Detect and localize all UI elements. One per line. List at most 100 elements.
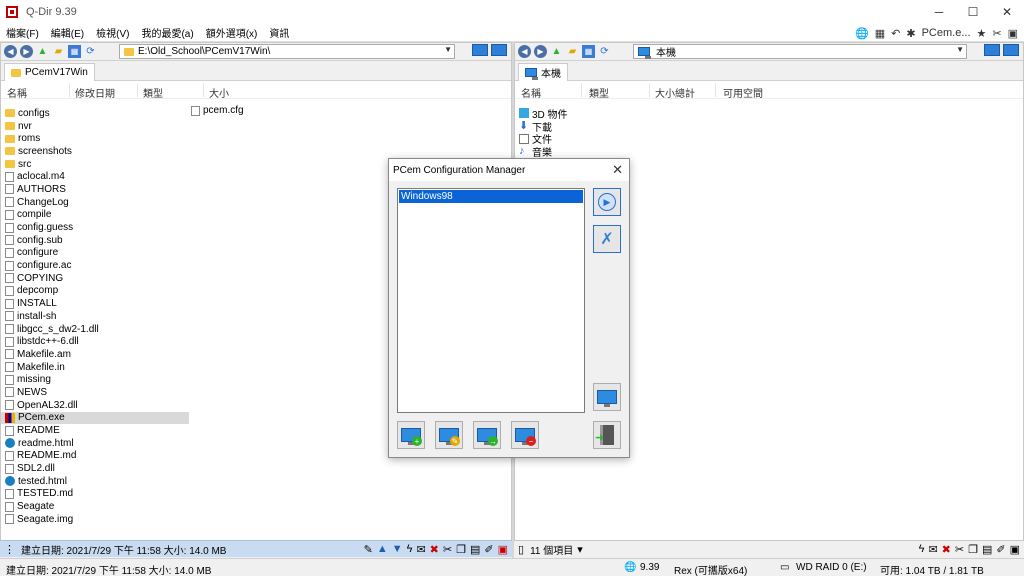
view-mode-button[interactable] [472,44,488,56]
menu-favorites[interactable]: 我的最愛(a) [135,25,199,40]
list-item[interactable]: aclocal.m4 [1,170,189,183]
list-item[interactable]: libstdc++-6.dll [1,335,189,348]
list-item[interactable]: TESTED.md [1,488,189,501]
column-header-free[interactable]: 可用空間 [723,85,763,100]
paste-icon[interactable]: ▤ [982,543,992,556]
grid-icon[interactable]: ▦ [875,27,885,40]
view-grid-icon[interactable]: ▦ [68,45,81,58]
configure-button[interactable]: ✗ [593,225,621,253]
list-item[interactable]: roms [1,132,189,145]
column-divider[interactable] [69,83,70,97]
column-divider[interactable] [649,83,650,97]
list-item[interactable]: libgcc_s_dw2-1.dll [1,323,189,336]
list-item[interactable]: PCem.exe [1,411,189,425]
delete-icon[interactable]: ✖ [942,543,951,556]
arrow-up-icon[interactable]: ▲ [377,543,388,555]
delete-icon[interactable]: ✖ [430,543,439,556]
list-item[interactable]: config.sub [1,234,189,247]
list-item[interactable]: Seagate.img [1,513,189,526]
close-button[interactable]: ✕ [990,0,1024,24]
column-divider[interactable] [203,83,204,97]
pin-icon[interactable]: ✱ [906,27,915,40]
list-item[interactable]: Makefile.am [1,348,189,361]
chevron-down-icon[interactable]: ▼ [956,45,964,54]
column-divider[interactable] [137,83,138,97]
cut-icon[interactable]: ✂ [443,543,452,556]
stop-icon[interactable]: ▣ [1010,543,1020,556]
square-icon[interactable]: ▣ [1008,27,1018,40]
dialog-close-button[interactable]: ✕ [612,162,623,178]
column-header-size[interactable]: 大小 [209,85,229,100]
menu-extras[interactable]: 額外選項(x) [200,25,264,40]
address-bar[interactable]: 本機 ▼ [633,44,967,59]
refresh-icon[interactable]: ⟳ [84,45,97,58]
brush-icon[interactable]: ✐ [996,543,1005,556]
copy-icon[interactable]: ❐ [456,543,466,556]
list-item[interactable]: config.guess [1,221,189,234]
list-item[interactable]: Seagate [1,500,189,513]
menu-file[interactable]: 檔案(F) [0,25,45,40]
column-header-type[interactable]: 類型 [143,85,163,100]
menu-info[interactable]: 資訊 [263,25,295,40]
list-item[interactable]: NEWS [1,386,189,399]
column-header-type[interactable]: 類型 [589,85,609,100]
forward-icon[interactable]: ▶ [534,45,547,58]
list-item[interactable]: depcomp [1,285,189,298]
up-arrow-icon[interactable]: ▲ [36,45,49,58]
config-list[interactable]: Windows98 [397,188,585,413]
column-divider[interactable] [581,83,582,97]
layout-button[interactable] [1003,44,1019,56]
tab-this-pc[interactable]: 本機 [518,63,568,81]
menu-right-label[interactable]: PCem.e... [922,27,971,39]
list-item[interactable]: configure.ac [1,259,189,272]
copy-icon[interactable]: ❐ [968,543,978,556]
column-header-total[interactable]: 大小總計 [655,85,695,100]
tools-icon[interactable]: ✂ [992,27,1001,40]
list-item[interactable]: INSTALL [1,297,189,310]
stop-icon[interactable]: ▣ [498,543,508,556]
tab-pcemv17win[interactable]: PCemV17Win [4,63,95,81]
maximize-button[interactable]: ☐ [956,0,990,24]
list-item[interactable]: src [1,158,189,171]
folder-icon[interactable]: ▰ [52,45,65,58]
list-item[interactable]: Makefile.in [1,361,189,374]
view-grid-icon[interactable]: ▦ [582,45,595,58]
star-icon[interactable]: ★ [977,27,987,40]
back-icon[interactable]: ◀ [518,45,531,58]
list-item[interactable]: configs [1,107,189,120]
list-item[interactable]: tested.html [1,475,189,488]
list-item[interactable]: compile [1,209,189,222]
mail-icon[interactable]: ✉ [416,543,425,556]
list-item[interactable]: Windows98 [399,190,583,203]
delete-config-button[interactable]: − [511,421,539,449]
folder-icon[interactable]: ▰ [566,45,579,58]
menu-view[interactable]: 檢視(V) [90,25,135,40]
list-item[interactable]: README [1,424,189,437]
lightning-icon[interactable]: ϟ [407,543,413,555]
list-item[interactable]: readme.html [1,437,189,450]
mail-icon[interactable]: ✉ [928,543,937,556]
up-arrow-icon[interactable]: ▲ [550,45,563,58]
list-item[interactable]: COPYING [1,272,189,285]
paste-icon[interactable]: ▤ [470,543,480,556]
address-bar[interactable]: E:\Old_School\PCemV17Win\ ▼ [119,44,455,59]
arrow-down-icon[interactable]: ▼ [392,543,403,555]
back-icon[interactable]: ◀ [4,45,17,58]
new-config-button[interactable]: + [397,421,425,449]
copy-config-button[interactable]: → [473,421,501,449]
undo-icon[interactable]: ↶ [891,27,900,40]
refresh-icon[interactable]: ⟳ [598,45,611,58]
list-item[interactable]: install-sh [1,310,189,323]
rename-config-button[interactable]: ✎ [435,421,463,449]
layout-button[interactable] [491,44,507,56]
list-item[interactable]: AUTHORS [1,183,189,196]
forward-icon[interactable]: ▶ [20,45,33,58]
globe-icon[interactable]: 🌐 [855,27,869,40]
list-item[interactable]: README.md [1,450,189,463]
column-header-name[interactable]: 名稱 [7,85,27,100]
list-item[interactable]: pcem.cfg [191,105,244,116]
pen-icon[interactable]: ✎ [364,543,373,556]
minimize-button[interactable]: ─ [922,0,956,24]
column-header-name[interactable]: 名稱 [521,85,541,100]
list-item[interactable]: OpenAL32.dll [1,399,189,412]
